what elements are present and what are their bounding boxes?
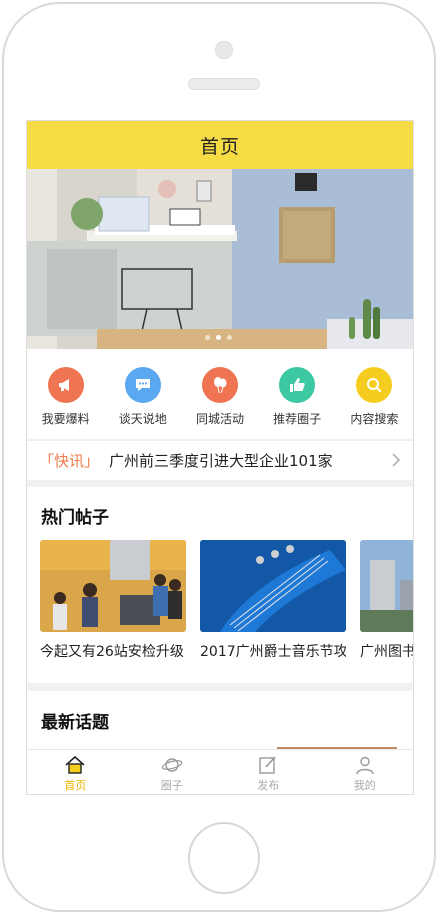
- tab-profile[interactable]: 我的: [317, 750, 414, 794]
- category-circles[interactable]: 推荐圈子: [262, 367, 332, 427]
- category-baoliao[interactable]: 我要爆料: [31, 367, 101, 427]
- planet-icon: [161, 758, 183, 772]
- tab-publish[interactable]: 发布: [220, 750, 317, 794]
- category-search[interactable]: 内容搜索: [339, 367, 409, 427]
- thumbs-up-icon: [279, 367, 316, 403]
- post-caption: 2017广州爵士音乐节攻略: [200, 644, 346, 660]
- search-icon: [356, 367, 393, 403]
- post-thumbnail: [40, 540, 186, 632]
- carousel-dots: [205, 335, 232, 340]
- category-events[interactable]: 同城活动: [185, 367, 255, 427]
- bottom-tab-bar: 首页 圈子 发布 我的: [27, 749, 414, 794]
- post-thumbnail: [200, 540, 346, 632]
- category-label: 推荐圈子: [273, 412, 322, 426]
- hot-posts-section: 热门帖子 今起又有26站安检升级 2017广州爵士音乐节攻略 广州图: [27, 487, 413, 683]
- tab-home[interactable]: 首页: [27, 750, 124, 794]
- section-title: 最新话题: [41, 713, 109, 733]
- category-bar: 我要爆料 谈天说地 同城活动 推荐圈子 内容搜索: [27, 349, 413, 439]
- tab-label: 圈子: [160, 779, 183, 792]
- app-screen: 首页 我要爆料 谈天说地 同城活动 推荐圈子 内容搜索 「快讯」 广州前三季度引…: [26, 120, 414, 795]
- hot-post-card[interactable]: 2017广州爵士音乐节攻略: [200, 540, 346, 661]
- earpiece-speaker: [188, 78, 260, 90]
- hot-post-card[interactable]: 今起又有26站安检升级: [40, 540, 186, 661]
- banner-image: [27, 169, 413, 349]
- category-label: 我要爆料: [41, 412, 90, 426]
- news-tag: 「快讯」: [39, 452, 100, 470]
- category-label: 谈天说地: [118, 412, 167, 426]
- news-ticker[interactable]: 「快讯」 广州前三季度引进大型企业101家: [27, 440, 413, 480]
- post-thumbnail: [360, 540, 413, 632]
- post-caption: 今起又有26站安检升级: [40, 644, 184, 660]
- megaphone-icon: [47, 367, 84, 403]
- tab-label: 我的: [353, 779, 376, 792]
- section-title: 热门帖子: [41, 508, 109, 528]
- chat-bubble-icon: [124, 367, 161, 403]
- category-chat[interactable]: 谈天说地: [108, 367, 178, 427]
- post-caption: 广州图书馆: [360, 644, 413, 660]
- carousel-dot[interactable]: [227, 335, 232, 340]
- user-icon: [356, 756, 374, 775]
- category-label: 内容搜索: [350, 412, 399, 426]
- news-headline[interactable]: 广州前三季度引进大型企业101家: [109, 450, 333, 471]
- hot-post-card[interactable]: 广州图书馆: [360, 540, 413, 661]
- front-camera: [215, 41, 233, 59]
- category-label: 同城活动: [195, 412, 244, 426]
- tab-label: 首页: [64, 779, 87, 792]
- home-button[interactable]: [188, 822, 260, 894]
- banner-carousel[interactable]: [27, 169, 413, 349]
- home-icon: [65, 755, 85, 774]
- carousel-dot-active[interactable]: [216, 335, 221, 340]
- chevron-right-icon: [392, 453, 401, 467]
- tab-label: 发布: [257, 779, 280, 792]
- top-header: 首页: [27, 121, 413, 169]
- tab-circles[interactable]: 圈子: [124, 750, 221, 794]
- balloon-icon: [201, 367, 238, 403]
- compose-icon: [259, 756, 276, 774]
- page-title: 首页: [199, 135, 240, 158]
- carousel-dot[interactable]: [205, 335, 210, 340]
- latest-topics-section: 最新话题: [27, 691, 413, 751]
